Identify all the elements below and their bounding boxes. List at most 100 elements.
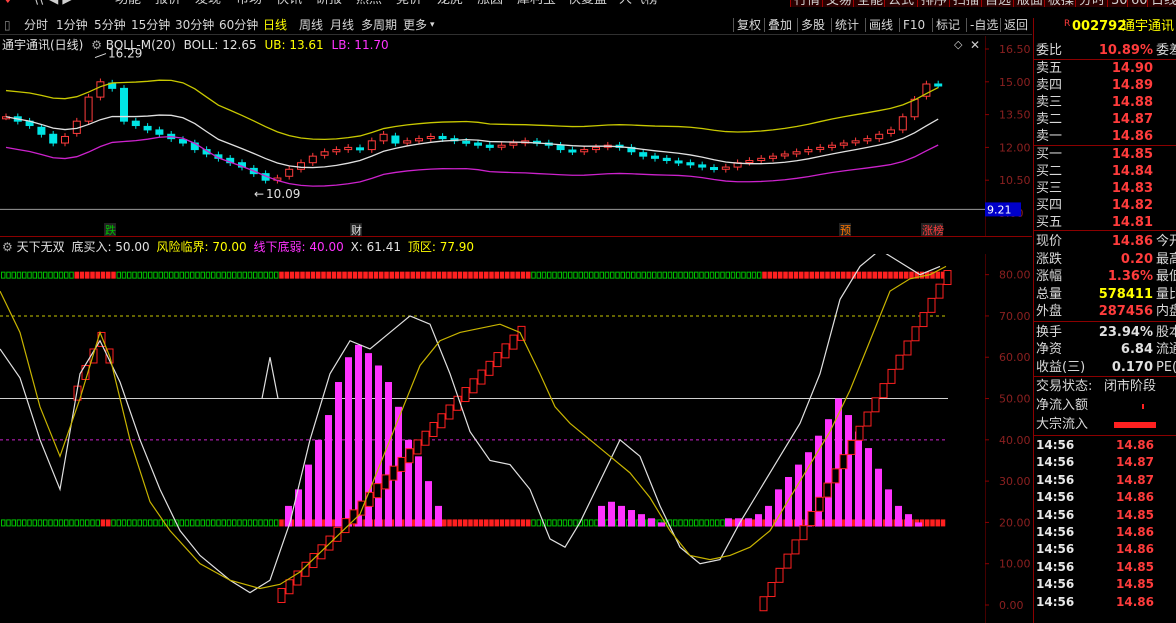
tick-price: 14.85: [1116, 507, 1154, 522]
block: [295, 271, 300, 279]
candle-body: [721, 166, 730, 170]
quick-button[interactable]: 版面: [1013, 0, 1048, 7]
block: [289, 271, 295, 279]
tool-button[interactable]: 返回: [1004, 17, 1028, 33]
tool-button[interactable]: 画线: [869, 17, 893, 33]
quote-value: 6.84: [1120, 342, 1153, 357]
block: [74, 271, 79, 279]
period-tab[interactable]: 60分钟: [219, 17, 258, 33]
block: [930, 519, 935, 527]
block: [169, 271, 174, 279]
quick-button[interactable]: 排序: [917, 0, 952, 7]
candle-body: [485, 144, 494, 148]
block: [615, 271, 620, 279]
block: [583, 271, 589, 279]
menu-item[interactable]: 市场: [236, 0, 262, 7]
tool-button[interactable]: 标记: [936, 17, 960, 33]
quick-button[interactable]: 自选: [981, 0, 1016, 7]
menu-item[interactable]: 发现: [195, 0, 221, 7]
period-tab[interactable]: 月线: [330, 17, 354, 33]
indicator-chart[interactable]: [0, 254, 985, 623]
hist-bar: [895, 505, 902, 527]
period-tab[interactable]: 分时: [24, 17, 48, 33]
sub-title[interactable]: 天下无双: [17, 240, 65, 254]
candles: [2, 78, 943, 184]
tool-button[interactable]: 统计: [835, 17, 859, 33]
ribbon-bar: [501, 343, 510, 359]
block: [200, 519, 205, 527]
quote-value: 14.84: [1111, 163, 1153, 179]
block: [121, 519, 127, 527]
period-tab[interactable]: 更多: [403, 17, 427, 33]
quote-value: 14.89: [1111, 78, 1153, 94]
block: [799, 271, 804, 279]
period-tab[interactable]: 15分钟: [131, 17, 170, 33]
block: [216, 519, 221, 527]
candle-body: [37, 126, 46, 135]
block: [79, 519, 85, 527]
period-tab[interactable]: 1分钟: [56, 17, 88, 33]
quote-label: 买二: [1036, 163, 1063, 179]
period-tab[interactable]: 周线: [299, 17, 323, 33]
menu-item[interactable]: 研报: [316, 0, 342, 7]
quick-button[interactable]: 扫描: [949, 0, 984, 7]
candle-body: [792, 151, 801, 155]
block: [153, 271, 158, 279]
period-tab[interactable]: 日线: [263, 17, 287, 33]
candle-body: [568, 149, 577, 153]
tick-time: 14:56: [1036, 472, 1075, 487]
block: [699, 271, 704, 279]
block: [515, 271, 520, 279]
tool-button[interactable]: F10: [903, 17, 925, 33]
block: [573, 271, 578, 279]
block: [58, 271, 64, 279]
block: [305, 271, 310, 279]
tool-button[interactable]: -自选: [970, 17, 998, 33]
quick-button[interactable]: 分时: [1075, 0, 1110, 7]
param-4: X: 61.41: [350, 240, 402, 254]
hist-bar: [765, 505, 772, 527]
quick-button[interactable]: 公式: [884, 0, 919, 7]
quick-button[interactable]: 行情: [790, 0, 825, 7]
menu-bar: ♦ ⟨⟨ ◀ ▶ 功能 报价 发现 市场 快讯 研报 热点 竞价 龙虎 涨因 犀利宝 快复盘 人气榜 行情…: [0, 0, 1176, 7]
block: [473, 519, 478, 527]
ribbon-bar: [791, 539, 800, 555]
block: [494, 271, 499, 279]
block: [715, 271, 720, 279]
menu-item[interactable]: 竞价: [396, 0, 422, 7]
menu-item[interactable]: 犀利宝: [517, 0, 556, 7]
dropdown-arrow-icon[interactable]: ▾: [430, 17, 435, 33]
settings-gear-icon[interactable]: ⚙: [2, 240, 13, 254]
quick-button[interactable]: 板操: [1044, 0, 1079, 7]
quick-button[interactable]: 交易: [822, 0, 857, 7]
block: [27, 271, 32, 279]
candlestick-chart[interactable]: 16.29 10.09← 跌 财 预 涨榜: [0, 36, 985, 236]
block: [715, 519, 720, 527]
period-tab[interactable]: 30分钟: [175, 17, 214, 33]
ribbon-bar: [903, 340, 912, 356]
tick-time: 14:56: [1036, 438, 1075, 452]
menu-item[interactable]: 报价: [155, 0, 181, 7]
ribbon-bar: [943, 270, 952, 286]
tool-button[interactable]: 复权: [737, 17, 761, 33]
quote-extra: 今开: [1156, 234, 1176, 249]
quick-button[interactable]: 全能: [853, 0, 888, 7]
candle-body: [61, 135, 69, 144]
menu-item[interactable]: 人气榜: [619, 0, 658, 7]
menu-item[interactable]: 涨因: [477, 0, 503, 7]
menu-item[interactable]: 龙虎: [437, 0, 463, 7]
menu-item[interactable]: 热点: [356, 0, 382, 7]
menu-item[interactable]: 快讯: [276, 0, 302, 7]
period-tab[interactable]: 多周期: [361, 17, 397, 33]
menu-item[interactable]: 快复盘: [568, 0, 607, 7]
tool-button[interactable]: 多股: [801, 17, 825, 33]
menu-item[interactable]: 功能: [115, 0, 141, 7]
nav-arrows-icon[interactable]: ⟨⟨ ◀ ▶: [34, 0, 72, 7]
tool-button[interactable]: 叠加: [768, 17, 792, 33]
hist-bar: [305, 464, 312, 527]
block: [751, 271, 757, 279]
period-tab[interactable]: 5分钟: [94, 17, 126, 33]
price-axis: 16.5015.0013.5012.0010.509.009.21: [985, 36, 1031, 236]
quick-button[interactable]: 日线: [1147, 0, 1176, 7]
ribbon-bar: [767, 582, 776, 598]
